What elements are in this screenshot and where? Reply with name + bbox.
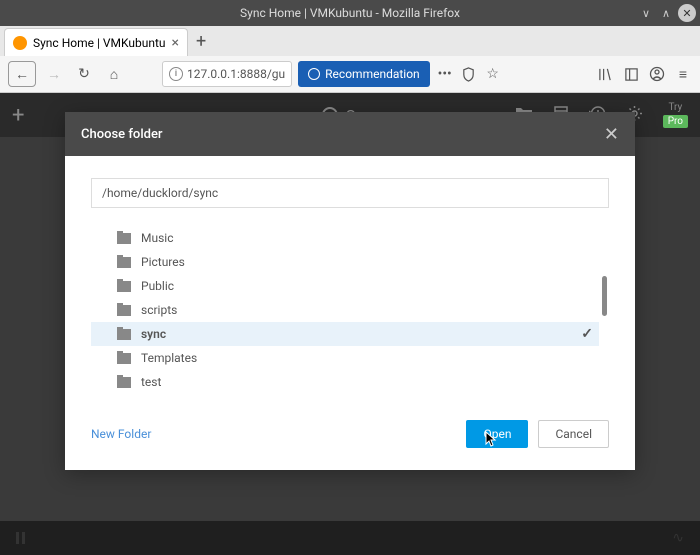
open-button[interactable]: Open bbox=[466, 420, 528, 448]
folder-name: Pictures bbox=[141, 255, 185, 269]
folder-row[interactable]: sync ✓ bbox=[91, 322, 599, 346]
pause-icon[interactable] bbox=[16, 532, 25, 544]
folder-name: scripts bbox=[141, 303, 177, 317]
folder-row[interactable]: test bbox=[91, 370, 599, 394]
modal-close-button[interactable]: ✕ bbox=[604, 124, 619, 145]
folder-row[interactable]: Public bbox=[91, 274, 599, 298]
activity-icon: ∿ bbox=[672, 530, 684, 546]
open-button-label: Open bbox=[483, 427, 511, 441]
folder-name: Public bbox=[141, 279, 174, 293]
folder-name: Templates bbox=[141, 351, 197, 365]
cancel-button[interactable]: Cancel bbox=[538, 420, 609, 448]
modal-overlay: Choose folder ✕ Music Pictures Public scrip… bbox=[0, 0, 700, 555]
folder-row[interactable]: Templates bbox=[91, 346, 599, 370]
folder-icon bbox=[117, 329, 131, 340]
choose-folder-modal: Choose folder ✕ Music Pictures Public scrip… bbox=[65, 112, 635, 470]
folder-icon bbox=[117, 305, 131, 316]
path-input[interactable] bbox=[91, 178, 609, 208]
folder-icon bbox=[117, 377, 131, 388]
modal-footer: New Folder Open Cancel bbox=[65, 406, 635, 470]
folder-list[interactable]: Music Pictures Public scripts sync ✓ Templates… bbox=[91, 226, 609, 396]
folder-row[interactable]: Pictures bbox=[91, 250, 599, 274]
folder-icon bbox=[117, 257, 131, 268]
folder-icon bbox=[117, 281, 131, 292]
scrollbar-thumb[interactable] bbox=[602, 276, 607, 316]
folder-icon bbox=[117, 233, 131, 244]
folder-row[interactable]: scripts bbox=[91, 298, 599, 322]
folder-name: sync bbox=[141, 327, 166, 341]
folder-name: Music bbox=[141, 231, 173, 245]
new-folder-link[interactable]: New Folder bbox=[91, 427, 151, 441]
bottom-bar: ∿ bbox=[0, 521, 700, 555]
cancel-button-label: Cancel bbox=[555, 427, 592, 441]
modal-title: Choose folder bbox=[81, 127, 163, 142]
folder-row[interactable]: Music bbox=[91, 226, 599, 250]
folder-icon bbox=[117, 353, 131, 364]
modal-header: Choose folder ✕ bbox=[65, 112, 635, 156]
check-icon: ✓ bbox=[581, 326, 593, 342]
folder-name: test bbox=[141, 375, 161, 389]
